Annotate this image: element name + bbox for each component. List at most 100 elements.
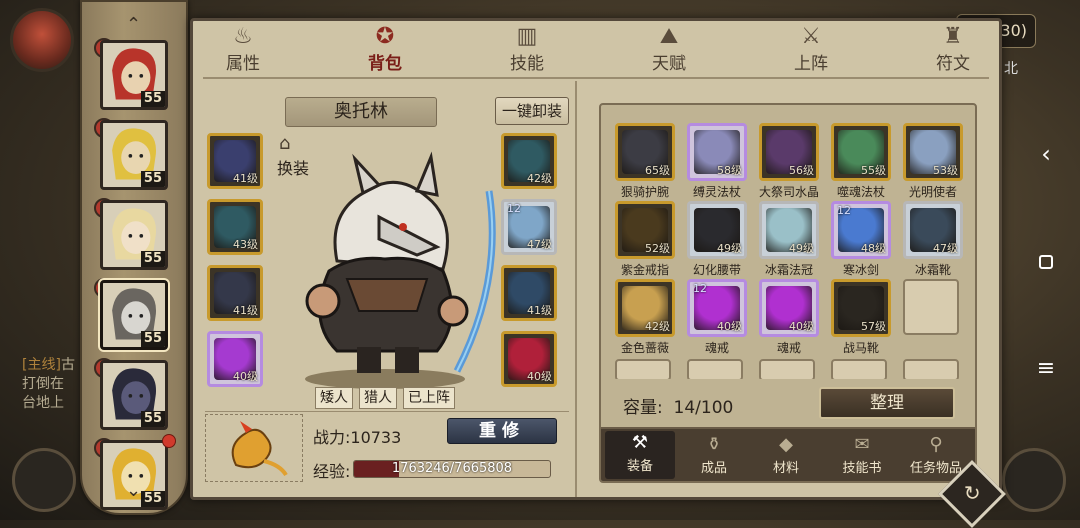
inventory-item[interactable]: 48级 12 寒冰剑 xyxy=(831,201,891,278)
inventory-item-icon[interactable]: 48级 12 xyxy=(831,201,891,259)
inventory-tab-pouch[interactable]: ⚱ 成品 xyxy=(679,433,749,476)
empty-inventory-slot[interactable] xyxy=(615,359,671,381)
skill-button-left[interactable] xyxy=(12,448,76,512)
inventory-item[interactable]: 57级 战马靴 xyxy=(831,279,891,356)
hero-card[interactable]: 55 xyxy=(100,200,168,270)
inventory-item[interactable]: 58级缚灵法杖 xyxy=(687,123,747,200)
empty-inventory-slot[interactable] xyxy=(903,359,959,381)
item-level: 42级 xyxy=(645,320,670,333)
hero-level: 55 xyxy=(140,491,165,507)
scroll-icon: ✉ xyxy=(854,434,870,455)
equipment-slot-right[interactable]: 40级 xyxy=(501,331,557,387)
item-name: 光明使者 xyxy=(908,185,957,199)
unequip-all-button[interactable]: 一键卸装 xyxy=(495,97,569,125)
item-level: 55级 xyxy=(861,164,886,177)
inventory-item-icon[interactable]: 65级 xyxy=(615,123,675,181)
pet-slot[interactable] xyxy=(205,414,303,482)
nav-home-icon[interactable] xyxy=(1034,250,1058,274)
hero-level: 55 xyxy=(140,171,165,187)
tab-flame[interactable]: ♨ 属性 xyxy=(203,25,283,75)
inventory-item[interactable]: 47级冰霜靴 xyxy=(903,201,963,278)
hero-name: 奥托林 xyxy=(285,97,437,127)
inventory-item[interactable]: 49级 冰霜法冠 xyxy=(759,201,819,278)
equipment-slot-left[interactable]: 41级 xyxy=(207,133,263,189)
tab-label: 技能 xyxy=(510,54,544,74)
inventory-item-icon[interactable]: 49级 xyxy=(687,201,747,259)
inventory-item-icon[interactable]: 55级 xyxy=(831,123,891,181)
hero-card[interactable]: 55 xyxy=(100,40,168,110)
rebuild-button[interactable]: 重修 xyxy=(447,418,557,444)
tab-backpack[interactable]: ✪ 背包 xyxy=(345,25,425,75)
inventory-item-icon[interactable]: 58级 xyxy=(687,123,747,181)
inventory-tab-label: 装备 xyxy=(626,459,653,474)
equipment-slot-left[interactable]: 40级 xyxy=(207,331,263,387)
inventory-item-icon[interactable]: 40级 12 xyxy=(687,279,747,337)
inventory-tab-scroll[interactable]: ✉ 技能书 xyxy=(827,433,897,476)
empty-inventory-slot[interactable] xyxy=(687,359,743,381)
scroll-down-icon[interactable]: ⌄ xyxy=(126,480,141,501)
item-level: 58级 xyxy=(717,164,742,177)
tab-label: 属性 xyxy=(226,54,260,74)
item-level: 48级 xyxy=(861,242,886,255)
equipment-slot-right[interactable]: 47级 12 xyxy=(501,199,557,255)
skill-button-right[interactable] xyxy=(1002,448,1066,512)
inventory-item-icon[interactable]: 47级 xyxy=(903,201,963,259)
equipment-slot-left[interactable]: 41级 xyxy=(207,265,263,321)
nav-back-icon[interactable]: ‹ xyxy=(1034,140,1058,168)
mountain-icon: ⛰ xyxy=(659,24,679,49)
equipment-slot-right[interactable]: 42级 xyxy=(501,133,557,189)
inventory-item[interactable]: 40级 12 魂戒 xyxy=(687,279,747,356)
inventory-item-icon[interactable]: 52级 xyxy=(615,201,675,259)
item-name: 冰霜靴 xyxy=(914,263,951,277)
item-level: 41级 xyxy=(527,304,552,317)
item-name: 缚灵法杖 xyxy=(692,185,741,199)
inventory-item[interactable]: 52级 紫金戒指 xyxy=(615,201,675,278)
hero-level: 55 xyxy=(140,91,165,107)
tab-mountain[interactable]: ⛰ 天赋 xyxy=(629,24,709,75)
tab-rune[interactable]: ♜ 符文 xyxy=(913,25,993,75)
equipment-slot-right[interactable]: 41级 xyxy=(501,265,557,321)
empty-inventory-slot[interactable] xyxy=(903,279,959,335)
inventory-item[interactable]: 55级 噬魂法杖 xyxy=(831,123,891,200)
item-name: 魂戒 xyxy=(776,341,801,355)
inventory-tab-hammer[interactable]: ⚒ 装备 xyxy=(605,431,675,479)
inventory-item[interactable]: 49级 幻化腰带 xyxy=(687,201,747,278)
inventory-item-icon[interactable]: 57级 xyxy=(831,279,891,337)
inventory-item-icon[interactable]: 42级 xyxy=(615,279,675,337)
chat-tag: [主线] xyxy=(22,357,61,373)
empty-inventory-slot[interactable] xyxy=(759,359,815,381)
inventory-item[interactable]: 53级光明使者 xyxy=(903,123,963,200)
equipment-slot-left[interactable]: 43级 xyxy=(207,199,263,255)
inventory-item-icon[interactable]: 40级 xyxy=(759,279,819,337)
class-tag: 猎人 xyxy=(359,387,397,409)
tab-crossed-swords[interactable]: ⚔ 上阵 xyxy=(771,25,851,75)
inventory-item[interactable]: 40级魂戒 xyxy=(759,279,819,356)
notification-dot xyxy=(162,434,176,448)
item-level: 57级 xyxy=(861,320,886,333)
hero-card[interactable]: 55 xyxy=(100,360,168,430)
inventory-item-icon[interactable]: 53级 xyxy=(903,123,963,181)
inventory-item-icon[interactable]: 56级 xyxy=(759,123,819,181)
scroll-up-icon[interactable]: ⌃ xyxy=(126,14,141,35)
inventory-item-icon[interactable]: 49级 xyxy=(759,201,819,259)
sort-button[interactable]: 整理 xyxy=(819,387,955,419)
inventory-item[interactable]: 42级 金色蔷薇 xyxy=(615,279,675,356)
inventory-tab-ore[interactable]: ◆ 材料 xyxy=(751,433,821,476)
player-avatar[interactable] xyxy=(10,8,74,72)
hero-card[interactable]: 55 xyxy=(100,280,168,350)
inventory-item[interactable]: 65级狠骑护腕 xyxy=(615,123,675,200)
deployed-tag: 已上阵 xyxy=(403,387,455,409)
item-level: 40级 xyxy=(717,320,742,333)
tab-bar: ♨ 属性 ✪ 背包 ▥ 技能 ⛰ 天赋 ⚔ 上阵 ♜ 符文 xyxy=(193,21,999,77)
inventory-tab-quest-bag[interactable]: ⚲ 任务物品 xyxy=(901,433,971,476)
panel-divider xyxy=(575,81,577,497)
enhance-level: 12 xyxy=(837,204,851,217)
inventory-item[interactable]: 56级 大祭司水晶 xyxy=(759,123,819,200)
empty-inventory-slot[interactable] xyxy=(831,359,887,381)
item-level: 52级 xyxy=(645,242,670,255)
hero-card[interactable]: 55 xyxy=(100,120,168,190)
nav-menu-icon[interactable]: ≡ xyxy=(1034,356,1058,381)
tab-divider xyxy=(203,77,989,79)
tab-book[interactable]: ▥ 技能 xyxy=(487,25,567,75)
item-name: 狠骑护腕 xyxy=(620,185,669,199)
